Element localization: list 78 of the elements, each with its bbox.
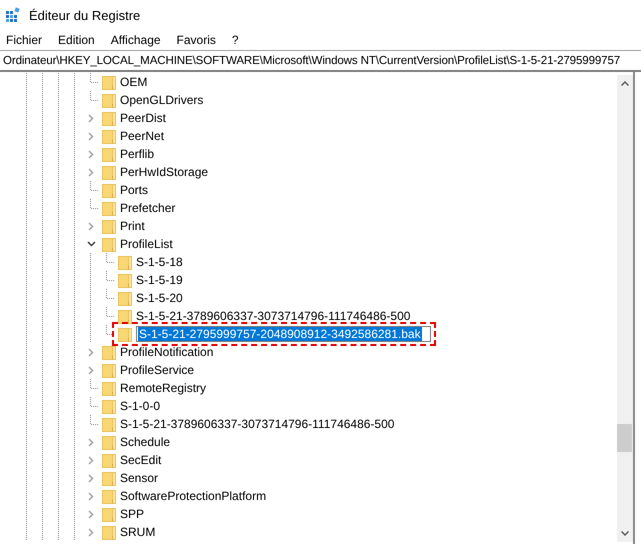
tree-item[interactable]: S-1-5-20 <box>133 290 186 306</box>
tree-item[interactable]: Schedule <box>117 434 174 450</box>
folder-icon <box>101 218 117 234</box>
window-title: Éditeur du Registre <box>29 8 140 22</box>
tree-item[interactable]: S-1-5-18 <box>133 254 186 270</box>
tree-item[interactable]: ProfileService <box>117 362 198 378</box>
menu-item[interactable]: Fichier <box>5 33 44 47</box>
folder-icon <box>117 326 133 342</box>
tree-item[interactable]: PeerNet <box>117 128 168 144</box>
menu-item[interactable]: ? <box>230 33 240 47</box>
folder-icon <box>101 146 117 162</box>
tree-item[interactable]: S-1-5-21-3789606337-3073714796-111746486-500 <box>133 308 414 324</box>
menu-item[interactable]: Favoris <box>176 33 217 47</box>
chevron-right-icon[interactable] <box>88 528 94 536</box>
folder-icon <box>101 452 117 468</box>
tree-item[interactable]: S-1-5-21-3789606337-3073714796-111746486-500 <box>117 416 398 432</box>
folder-icon <box>101 470 117 486</box>
tree-item[interactable]: SRUM <box>117 524 158 540</box>
folder-icon <box>101 344 117 360</box>
tree-item[interactable]: OpenGLDrivers <box>117 92 206 108</box>
folder-icon <box>101 434 117 450</box>
tree-item[interactable]: Perflib <box>117 146 158 162</box>
chevron-right-icon[interactable] <box>88 150 94 158</box>
folder-icon <box>101 128 117 144</box>
scrollbar[interactable] <box>617 75 633 542</box>
chevron-right-icon[interactable] <box>88 492 94 500</box>
folder-icon <box>117 272 133 288</box>
folder-icon <box>101 164 117 180</box>
folder-icon <box>101 506 117 522</box>
folder-icon <box>101 524 117 540</box>
tree-item[interactable]: Ports <box>117 182 152 198</box>
chevron-right-icon[interactable] <box>88 510 94 518</box>
folder-icon <box>117 290 133 306</box>
folder-icon <box>101 110 117 126</box>
tree-item[interactable]: OEM <box>117 74 150 90</box>
folder-icon <box>101 182 117 198</box>
scroll-down-icon[interactable] <box>621 531 629 536</box>
chevron-right-icon[interactable] <box>88 222 94 230</box>
tree-item[interactable]: ProfileNotification <box>117 344 216 360</box>
tree-item[interactable]: Prefetcher <box>117 200 178 216</box>
rename-field[interactable]: S-1-5-21-2795999757-2048908912-3492586281.bak <box>136 326 431 342</box>
menu-item[interactable]: Edition <box>57 33 96 47</box>
tree-item[interactable]: PeerDist <box>117 110 170 126</box>
folder-icon <box>101 380 117 396</box>
chevron-right-icon[interactable] <box>88 348 94 356</box>
address-field[interactable]: Ordinateur\HKEY_LOCAL_MACHINE\SOFTWARE\Microsoft\Windows NT\CurrentVersion\ProfileList\S-1-5-21-2795999757 <box>0 51 620 70</box>
folder-icon <box>101 362 117 378</box>
tree-item[interactable]: RemoteRegistry <box>117 380 210 396</box>
tree-item[interactable]: Sensor <box>117 470 162 486</box>
folder-icon <box>101 398 117 414</box>
folder-icon <box>117 308 133 324</box>
scroll-up-icon[interactable] <box>621 81 629 86</box>
tree-item[interactable]: SPP <box>117 506 148 522</box>
tree-item[interactable]: SoftwareProtectionPlatform <box>117 488 270 504</box>
app-icon <box>5 7 21 23</box>
chevron-right-icon[interactable] <box>88 474 94 482</box>
folder-icon <box>101 74 117 90</box>
tree-item[interactable]: PerHwIdStorage <box>117 164 212 180</box>
tree-item[interactable]: Print <box>117 218 148 234</box>
folder-icon <box>101 200 117 216</box>
tree-item[interactable]: S-1-5-19 <box>133 272 186 288</box>
tree-item[interactable]: SecEdit <box>117 452 164 468</box>
chevron-right-icon[interactable] <box>88 168 94 176</box>
tree-item[interactable]: S-1-0-0 <box>117 398 164 414</box>
chevron-down-icon[interactable] <box>86 241 96 247</box>
chevron-right-icon[interactable] <box>88 366 94 374</box>
folder-icon <box>117 254 133 270</box>
scroll-thumb[interactable] <box>617 424 632 452</box>
chevron-right-icon[interactable] <box>88 438 94 446</box>
folder-icon <box>101 92 117 108</box>
menu-item[interactable]: Affichage <box>110 33 162 47</box>
tree-item[interactable]: ProfileList <box>117 236 176 252</box>
folder-icon <box>101 236 117 252</box>
folder-icon <box>101 416 117 432</box>
chevron-right-icon[interactable] <box>88 114 94 122</box>
chevron-right-icon[interactable] <box>88 456 94 464</box>
chevron-right-icon[interactable] <box>88 132 94 140</box>
folder-icon <box>101 488 117 504</box>
